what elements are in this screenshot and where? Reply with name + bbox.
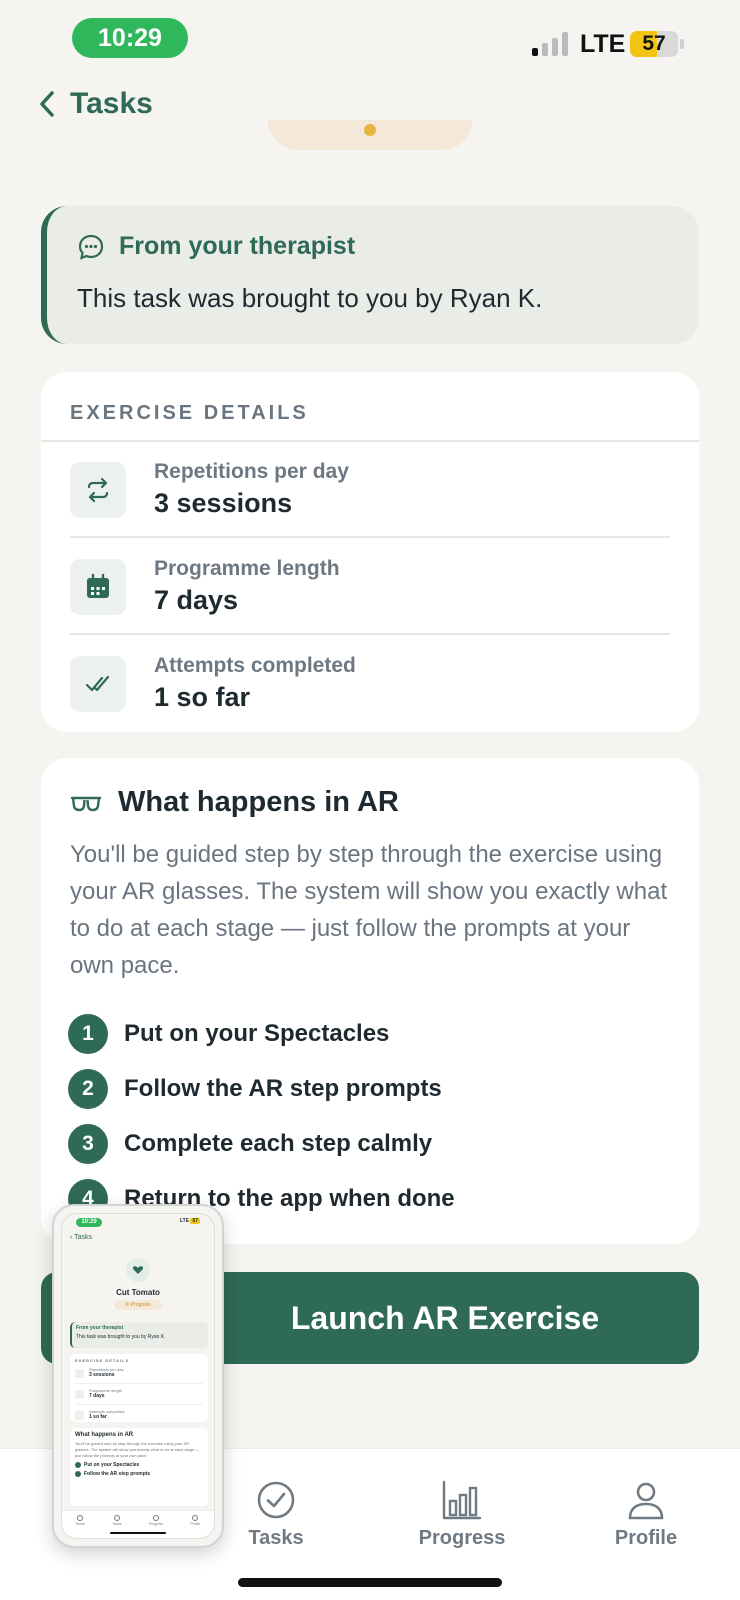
bar-chart-icon bbox=[442, 1480, 482, 1520]
chevron-left-icon bbox=[40, 91, 54, 117]
preview-time: 10:29 bbox=[76, 1218, 102, 1227]
ar-step: 3 Complete each step calmly bbox=[68, 1116, 455, 1171]
preview-status: LTE 57 bbox=[180, 1218, 200, 1224]
preview-tab-label: Home bbox=[75, 1522, 86, 1526]
preview-tab-bar: Home Tasks Progress Profile bbox=[62, 1510, 214, 1538]
preview-ar-step: Follow the AR step prompts bbox=[75, 1471, 203, 1477]
detail-label: Repetitions per day bbox=[154, 460, 349, 483]
status-time: 10:29 bbox=[72, 18, 188, 58]
preview-row-value: 3 sessions bbox=[89, 1372, 115, 1378]
preview-tab: Progress bbox=[149, 1515, 163, 1526]
preview-back-label: Tasks bbox=[74, 1234, 93, 1241]
preview-therapist-title: From your therapist bbox=[76, 1325, 124, 1331]
divider bbox=[70, 633, 670, 635]
detail-row-attempts: Attempts completed 1 so far bbox=[70, 636, 670, 732]
preview-tab-label: Progress bbox=[148, 1522, 163, 1526]
preview-tab-label: Profile bbox=[190, 1522, 201, 1526]
preview-row-value: 7 days bbox=[89, 1393, 105, 1399]
preview-details-card: EXERCISE DETAILS Repetitions per day 3 se… bbox=[70, 1354, 208, 1422]
detail-row-repetitions: Repetitions per day 3 sessions bbox=[70, 442, 670, 538]
preview-tab-label: Tasks bbox=[112, 1522, 122, 1526]
check-circle-icon bbox=[257, 1481, 295, 1519]
ar-steps-list: 1 Put on your Spectacles 2 Follow the AR… bbox=[68, 1006, 455, 1226]
signal-icon bbox=[532, 30, 572, 56]
preview-battery: 57 bbox=[190, 1218, 200, 1224]
detail-value: 3 sessions bbox=[154, 488, 293, 518]
therapist-title: From your therapist bbox=[119, 232, 356, 260]
battery-cap bbox=[680, 39, 684, 49]
calendar-icon bbox=[70, 559, 126, 615]
person-icon bbox=[628, 1482, 664, 1520]
preview-title: Cut Tomato bbox=[116, 1288, 160, 1297]
step-text: Put on your Spectacles bbox=[124, 1019, 390, 1047]
detail-label: Attempts completed bbox=[154, 654, 356, 677]
preview-screen: 10:29 LTE 57 ‹ Tasks Cut Tomato In Progr… bbox=[61, 1213, 215, 1539]
preview-tab: Home bbox=[76, 1515, 85, 1526]
status-bar: 10:29 LTE 57 bbox=[0, 0, 740, 80]
tab-label: Progress bbox=[418, 1527, 506, 1549]
ar-info-card: What happens in AR You'll be guided step… bbox=[41, 758, 699, 1244]
step-number: 2 bbox=[68, 1068, 108, 1109]
detail-row-programme-length: Programme length 7 days bbox=[70, 539, 670, 635]
preview-tab: Profile bbox=[190, 1515, 200, 1526]
exercise-details-card: EXERCISE DETAILS Repetitions per day 3 s… bbox=[41, 372, 699, 732]
preview-ar-desc: You'll be guided step by step through th… bbox=[75, 1441, 200, 1458]
ar-step: 2 Follow the AR step prompts bbox=[68, 1061, 455, 1116]
therapist-card: From your therapist This task was brough… bbox=[41, 206, 699, 344]
preview-ar-step: Put on your Spectacles bbox=[75, 1462, 203, 1468]
detail-label: Programme length bbox=[154, 557, 340, 580]
tab-profile[interactable]: Profile bbox=[566, 1479, 726, 1550]
network-label: LTE bbox=[580, 30, 626, 58]
step-text: Complete each step calmly bbox=[124, 1129, 433, 1157]
double-check-icon bbox=[70, 656, 126, 712]
preview-row: Attempts completed 1 so far bbox=[75, 1409, 203, 1426]
tab-label: Profile bbox=[614, 1527, 678, 1549]
preview-step-text: Follow the AR step prompts bbox=[84, 1471, 151, 1477]
repeat-icon bbox=[70, 462, 126, 518]
therapist-message: This task was brought to you by Ryan K. bbox=[77, 283, 543, 313]
preview-details-label: EXERCISE DETAILS bbox=[75, 1358, 130, 1363]
battery-level: 57 bbox=[642, 32, 666, 55]
preview-back: ‹ Tasks bbox=[70, 1234, 93, 1241]
preview-row-value: 1 so far bbox=[89, 1414, 107, 1420]
ar-description: You'll be guided step by step through th… bbox=[70, 841, 668, 979]
back-button[interactable]: Tasks bbox=[36, 82, 153, 126]
glasses-icon bbox=[70, 796, 102, 811]
screenshot-preview-thumbnail[interactable]: 10:29 LTE 57 ‹ Tasks Cut Tomato In Progr… bbox=[52, 1204, 224, 1548]
preview-step-text: Put on your Spectacles bbox=[84, 1462, 140, 1468]
heart-icon bbox=[132, 1266, 144, 1274]
preview-home-indicator bbox=[110, 1532, 166, 1534]
step-text: Follow the AR step prompts bbox=[124, 1074, 442, 1102]
preview-ar-card: What happens in AR You'll be guided step… bbox=[70, 1428, 208, 1506]
details-section-label: EXERCISE DETAILS bbox=[70, 402, 309, 424]
badge-dot bbox=[364, 124, 376, 136]
step-number: 1 bbox=[68, 1013, 108, 1054]
divider bbox=[70, 536, 670, 538]
detail-value: 1 so far bbox=[154, 682, 251, 712]
preview-network: LTE bbox=[179, 1218, 190, 1224]
back-label: Tasks bbox=[70, 87, 153, 120]
preview-tab: Tasks bbox=[112, 1515, 122, 1526]
status-badge-peek bbox=[268, 120, 472, 150]
preview-row: Programme length 7 days bbox=[75, 1388, 203, 1405]
preview-row: Repetitions per day 3 sessions bbox=[75, 1367, 203, 1384]
home-indicator bbox=[238, 1578, 502, 1587]
step-number: 3 bbox=[68, 1123, 108, 1164]
preview-therapist-card: From your therapist This task was brough… bbox=[70, 1322, 208, 1348]
tab-progress[interactable]: Progress bbox=[382, 1479, 542, 1550]
chat-bubble-icon bbox=[78, 234, 104, 260]
preview-therapist-message: This task was brought to you by Ryan K. bbox=[76, 1334, 166, 1340]
ar-step: 1 Put on your Spectacles bbox=[68, 1006, 455, 1061]
preview-ar-title: What happens in AR bbox=[75, 1432, 134, 1438]
preview-badge: In Progress bbox=[114, 1300, 162, 1310]
ar-title: What happens in AR bbox=[118, 786, 399, 818]
preview-task-icon bbox=[126, 1258, 150, 1282]
detail-value: 7 days bbox=[154, 585, 239, 615]
battery-icon: 57 bbox=[630, 31, 678, 57]
